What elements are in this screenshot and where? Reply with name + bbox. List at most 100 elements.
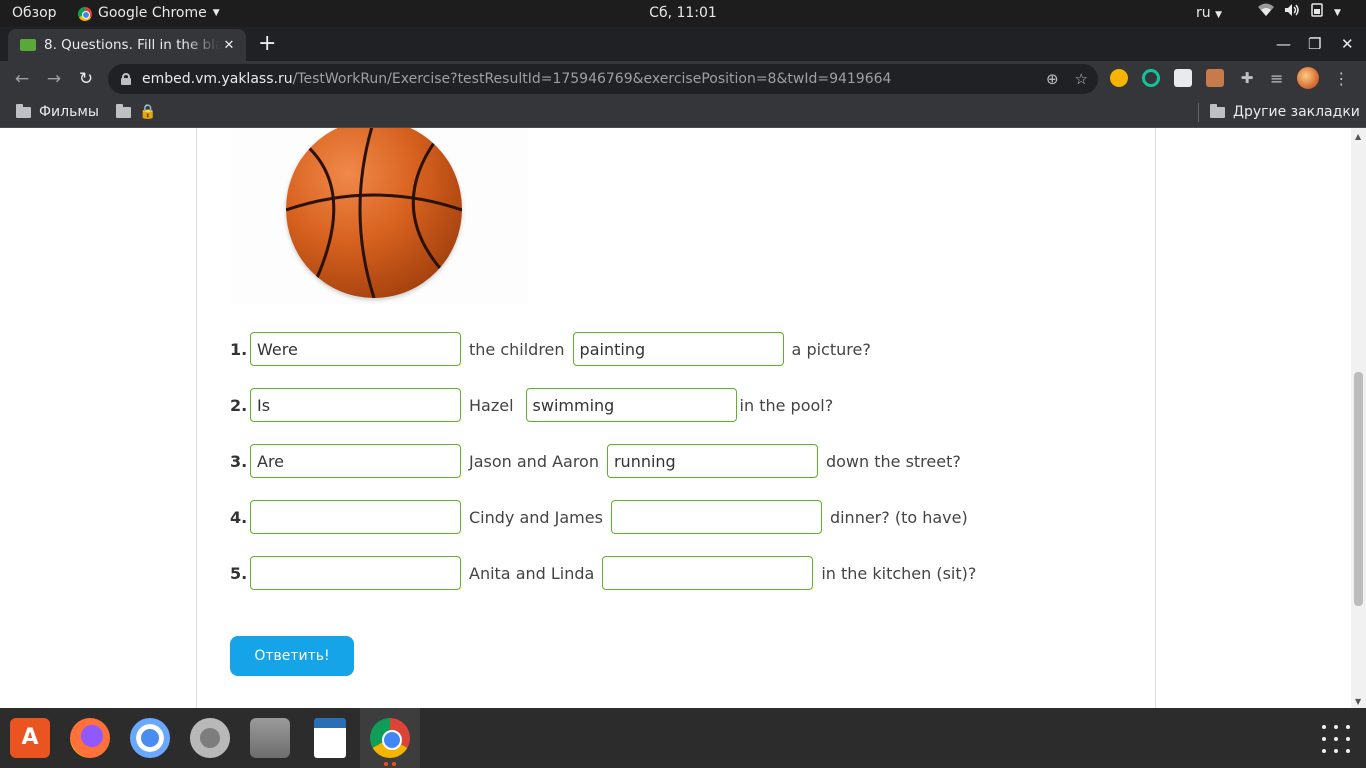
question-row-3: 3. Jason and Aaron down the street? — [230, 444, 961, 478]
question-text: down the street? — [825, 451, 961, 471]
close-window-button[interactable]: ✕ — [1341, 27, 1354, 61]
bookmark-folder-other[interactable]: Другие закладки — [1210, 97, 1360, 128]
dock-files[interactable] — [240, 708, 300, 768]
extensions-area: ✚ ≡ ⋮ — [1110, 67, 1349, 89]
address-bar[interactable]: embed.vm.yaklass.ru/TestWorkRun/Exercise… — [108, 64, 1098, 94]
question-number: 4. — [230, 507, 248, 527]
taskbar-dock: A — [0, 708, 1366, 768]
scroll-up-icon[interactable]: ▲ — [1355, 132, 1361, 141]
dock-chromium[interactable] — [120, 708, 180, 768]
dock-writer[interactable] — [300, 708, 360, 768]
folder-icon — [116, 104, 131, 118]
minimize-button[interactable]: — — [1276, 27, 1291, 61]
reload-button[interactable]: ↻ — [74, 67, 98, 91]
answer-input-1a[interactable] — [250, 332, 461, 366]
tab-active[interactable]: 8. Questions. Fill in the blanks ✕ — [8, 29, 246, 61]
book-icon — [20, 39, 36, 51]
scroll-down-icon[interactable]: ▼ — [1355, 697, 1361, 706]
bookmarks-bar: Фильмы 🔒 Другие закладки — [0, 97, 1366, 128]
grammarly-extension-icon[interactable] — [1142, 69, 1160, 87]
puzzle-icon[interactable]: ✚ — [1238, 69, 1256, 87]
question-number: 2. — [230, 395, 248, 415]
software-store-icon: A — [10, 718, 50, 758]
question-row-5: 5. Anita and Linda in the kitchen (sit)? — [230, 556, 976, 590]
answer-input-3a[interactable] — [250, 444, 461, 478]
screenshot-extension-icon[interactable] — [1206, 69, 1224, 87]
more-vertical-icon[interactable]: ⋮ — [1333, 69, 1349, 88]
question-text: a picture? — [791, 339, 871, 359]
firefox-icon — [70, 718, 110, 758]
answer-input-5b[interactable] — [602, 556, 814, 590]
answer-input-2a[interactable] — [250, 388, 461, 422]
question-text: dinner? (to have) — [829, 507, 968, 527]
bookmark-folder-locked[interactable]: 🔒 — [116, 97, 156, 128]
bookmarks-separator — [1198, 103, 1199, 122]
chevron-down-icon: ▼ — [1215, 10, 1223, 20]
wifi-icon — [1258, 0, 1274, 27]
settings-gear-icon — [190, 718, 230, 758]
media-controls-icon[interactable]: ≡ — [1270, 69, 1283, 88]
tab-strip: 8. Questions. Fill in the blanks ✕ + — ❐… — [0, 27, 1366, 61]
url-path: /TestWorkRun/Exercise?testResultId=17594… — [292, 71, 892, 87]
basketball-image — [286, 128, 462, 298]
keyboard-layout-label: ru — [1196, 5, 1211, 21]
maximize-button[interactable]: ❐ — [1308, 27, 1321, 61]
tab-title: 8. Questions. Fill in the blanks — [44, 37, 220, 53]
star-icon[interactable]: ☆ — [1075, 64, 1088, 94]
answer-input-2b[interactable] — [525, 388, 737, 422]
show-applications-icon[interactable] — [1322, 725, 1350, 753]
question-text: in the pool? — [739, 395, 834, 415]
question-row-2: 2. Hazel in the pool? — [230, 388, 833, 422]
browser-toolbar: ← → ↻ embed.vm.yaklass.ru/TestWorkRun/Ex… — [0, 61, 1366, 97]
close-icon[interactable]: ✕ — [220, 38, 238, 53]
document-writer-icon — [314, 718, 346, 758]
url-host: embed.vm.yaklass.ru — [142, 71, 293, 87]
lock-icon[interactable] — [121, 73, 131, 85]
bookmark-label: Фильмы — [39, 104, 99, 120]
profile-avatar[interactable] — [1297, 67, 1320, 89]
question-text: Cindy and James — [469, 507, 603, 527]
dock-settings[interactable] — [180, 708, 240, 768]
exercise-card: 1. the children a picture? 2. Hazel in t… — [196, 128, 1156, 708]
files-cabinet-icon — [250, 718, 290, 758]
extension-icon[interactable] — [1174, 69, 1192, 87]
submit-answer-button[interactable]: Ответить! — [230, 636, 354, 676]
running-indicator — [384, 762, 396, 766]
question-row-1: 1. the children a picture? — [230, 332, 871, 366]
volume-icon — [1284, 0, 1300, 27]
question-text: in the kitchen (sit)? — [821, 563, 977, 583]
add-icon[interactable]: ⊕ — [1046, 64, 1059, 94]
emoji-extension-icon[interactable] — [1110, 69, 1128, 87]
question-number: 3. — [230, 451, 248, 471]
chevron-down-icon: ▼ — [212, 8, 220, 18]
system-menu[interactable]: ▼ — [1258, 0, 1341, 27]
question-text: Hazel — [469, 395, 514, 415]
question-number: 5. — [230, 563, 248, 583]
dock-software-center[interactable]: A — [0, 708, 60, 768]
question-text: Jason and Aaron — [469, 451, 599, 471]
folder-icon — [1210, 104, 1225, 118]
question-row-4: 4. Cindy and James dinner? (to have) — [230, 500, 968, 534]
system-top-bar: Обзор Google Chrome ▼ Сб, 11:01 ru ▼ ▼ — [0, 0, 1366, 27]
answer-input-5a[interactable] — [250, 556, 461, 590]
question-text: Anita and Linda — [469, 563, 595, 583]
lock-icon: 🔒 — [139, 104, 157, 120]
dock-firefox[interactable] — [60, 708, 120, 768]
answer-input-4b[interactable] — [610, 500, 822, 534]
app-menu[interactable]: Google Chrome ▼ — [78, 0, 220, 27]
battery-icon — [1310, 0, 1324, 27]
answer-input-1b[interactable] — [572, 332, 784, 366]
dock-chrome[interactable] — [360, 708, 420, 768]
page-viewport: 1. the children a picture? 2. Hazel in t… — [0, 128, 1351, 708]
activities-button[interactable]: Обзор — [12, 0, 57, 27]
scrollbar-thumb[interactable] — [1354, 372, 1363, 606]
bookmark-folder-films[interactable]: Фильмы — [16, 97, 99, 128]
answer-input-3b[interactable] — [606, 444, 818, 478]
answer-input-4a[interactable] — [250, 500, 461, 534]
back-button[interactable]: ← — [10, 67, 34, 91]
keyboard-layout-indicator[interactable]: ru ▼ — [1196, 0, 1222, 27]
new-tab-button[interactable]: + — [258, 31, 276, 57]
chrome-icon — [78, 6, 92, 21]
page-scrollbar[interactable]: ▲ ▼ — [1351, 128, 1366, 708]
forward-button[interactable]: → — [42, 67, 66, 91]
